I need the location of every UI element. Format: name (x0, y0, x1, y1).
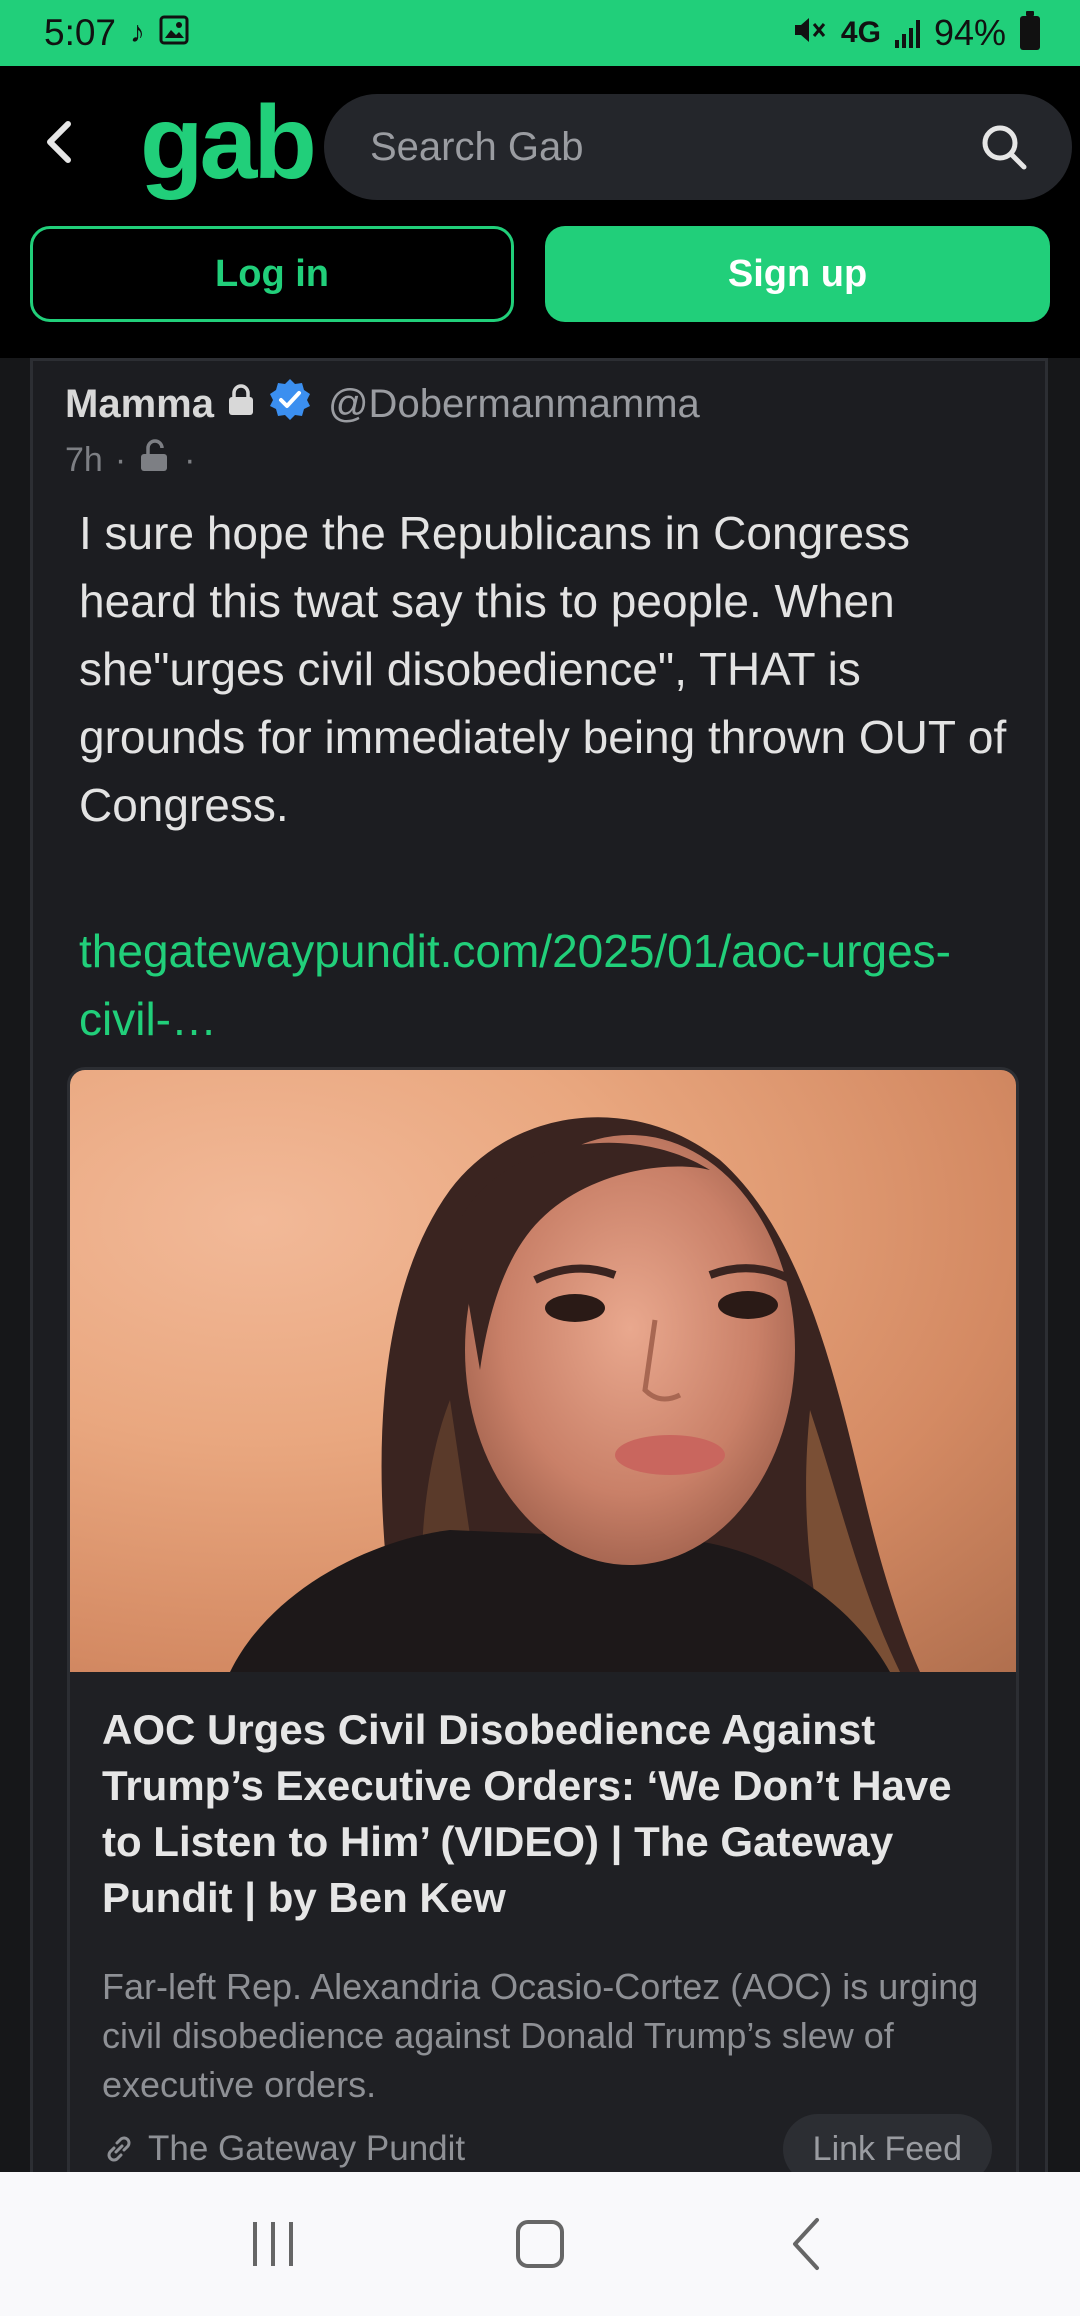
separator-dot: · (114, 441, 127, 479)
home-icon (515, 2220, 564, 2268)
battery-icon (1020, 11, 1040, 50)
back-icon (792, 2218, 819, 2270)
app-header: gab Log in Sign up (0, 66, 1080, 358)
card-image[interactable] (70, 1070, 1016, 1672)
card-footer: The Gateway Pundit Link Feed (102, 2114, 992, 2172)
signup-button[interactable]: Sign up (545, 226, 1050, 322)
gab-logo[interactable]: gab (140, 84, 317, 203)
post[interactable]: Mamma @Dobermanmamma 7h · · I sure hope … (30, 358, 1048, 2172)
link-icon (107, 2136, 131, 2162)
recent-apps-icon (253, 2222, 294, 2266)
back-button[interactable] (32, 114, 88, 170)
status-right: 4G 94% (793, 11, 1040, 54)
image-icon (159, 12, 189, 54)
search-button[interactable] (976, 119, 1032, 175)
home-button[interactable] (500, 2204, 580, 2284)
separator-dot: · (184, 441, 196, 479)
card-source[interactable]: The Gateway Pundit (102, 2129, 465, 2169)
system-nav-bar (0, 2172, 1080, 2316)
status-time: 5:07 (44, 12, 117, 53)
card-source-label: The Gateway Pundit (148, 2129, 466, 2168)
search-input[interactable] (370, 124, 976, 170)
login-button[interactable]: Log in (30, 226, 514, 322)
card-description: Far-left Rep. Alexandria Ocasio-Cortez (… (102, 1966, 979, 2105)
recent-apps-button[interactable] (233, 2204, 313, 2284)
verified-icon (268, 377, 312, 431)
chevron-left-icon (47, 121, 71, 163)
post-header: Mamma @Dobermanmamma (65, 377, 700, 431)
system-back-button[interactable] (767, 2204, 847, 2284)
post-text: I sure hope the Republicans in Congress … (79, 507, 1007, 831)
status-bar: 5:07 ♪ 4G 94% (0, 0, 1080, 66)
network-type: 4G (840, 16, 881, 49)
search-bar (324, 94, 1072, 200)
card-title[interactable]: AOC Urges Civil Disobedience Against Tru… (102, 1702, 992, 1926)
mute-icon (793, 12, 827, 54)
link-feed-button[interactable]: Link Feed (782, 2114, 992, 2172)
post-meta: 7h · · (65, 439, 195, 482)
post-time[interactable]: 7h (65, 441, 103, 480)
tiktok-icon: ♪ (130, 16, 146, 49)
person-photo (230, 1117, 921, 1672)
link-preview-card[interactable]: AOC Urges Civil Disobedience Against Tru… (67, 1067, 1019, 2172)
status-left: 5:07 ♪ (44, 12, 189, 54)
lock-icon (226, 382, 256, 427)
author-name[interactable]: Mamma (65, 382, 214, 427)
post-link[interactable]: thegatewaypundit.com/2025/01/aoc-urges-c… (79, 917, 1029, 1053)
card-body: AOC Urges Civil Disobedience Against Tru… (70, 1672, 1016, 2172)
search-icon (982, 125, 1027, 170)
feed: Mamma @Dobermanmamma 7h · · I sure hope … (0, 358, 1080, 2172)
signal-icon (894, 18, 920, 48)
author-handle[interactable]: @Dobermanmamma (328, 382, 700, 427)
unlock-icon (138, 439, 172, 482)
battery-percent: 94% (933, 12, 1006, 53)
